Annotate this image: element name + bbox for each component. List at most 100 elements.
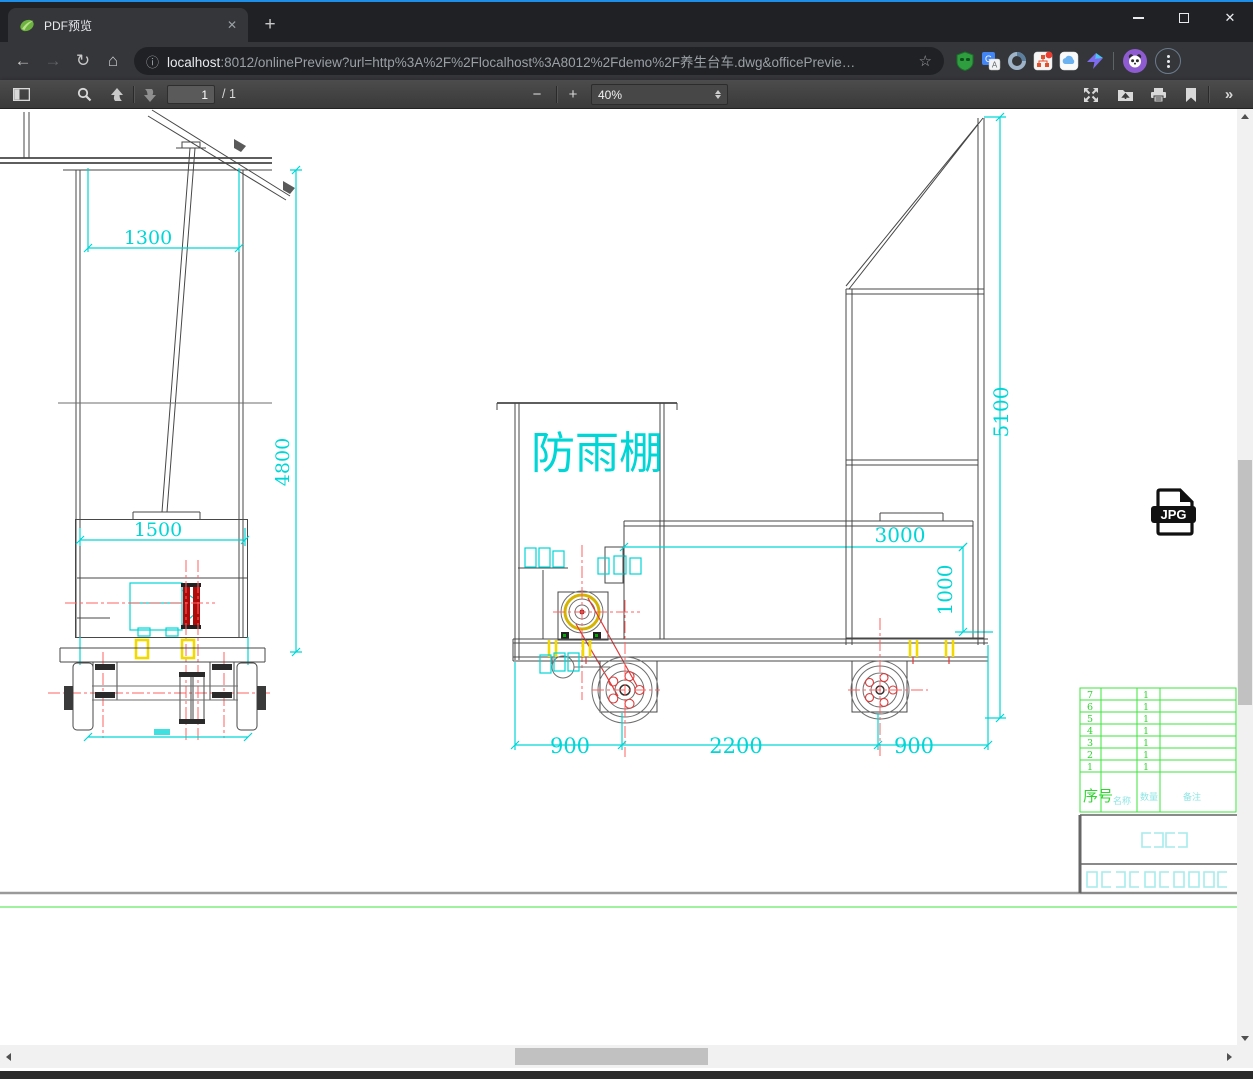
bookmark-icon [1186, 87, 1196, 102]
reload-button[interactable]: ↻ [68, 47, 98, 75]
site-info-icon[interactable]: ⓘ [146, 52, 159, 71]
browser-window: PDF预览 ✕ + ✕ ← → ↻ ⌂ ⓘ localhost:8012/onl… [0, 0, 1253, 1079]
toolbar-separator [133, 86, 134, 103]
tb-row-no: 7 [1087, 690, 1093, 701]
translate-icon: G A [982, 52, 1001, 71]
page-number-input[interactable] [167, 85, 215, 104]
dimension-label: 3000 [875, 523, 926, 547]
dimension-label: 900 [894, 734, 934, 758]
extension-tampermonkey[interactable] [952, 48, 978, 74]
spring-leaf-favicon [20, 19, 34, 32]
extension-cloud[interactable] [1056, 48, 1082, 74]
open-file-icon [1117, 90, 1133, 101]
zoom-out-button[interactable]: − [524, 83, 550, 106]
open-file-button[interactable] [1112, 83, 1138, 106]
tb-row-no: 3 [1087, 738, 1093, 749]
tb-row-qty: 1 [1143, 714, 1149, 725]
dimension-label: 1000 [933, 565, 957, 616]
search-button[interactable] [71, 83, 97, 106]
print-button[interactable] [1145, 83, 1171, 106]
new-tab-button[interactable]: + [256, 12, 284, 40]
dimension-label: 1300 [124, 227, 172, 249]
tab-title: PDF预览 [44, 18, 93, 33]
zoom-value: 40% [598, 87, 623, 102]
jpg-label: JPG [1160, 507, 1186, 522]
tb-row-no: 5 [1087, 714, 1093, 725]
select-arrows-icon [715, 90, 721, 99]
title-block: 7 1 6 1 5 1 4 1 3 1 2 1 1 1 序号 名称 数量 备注 [1078, 687, 1237, 894]
dimension-label: 2200 [709, 734, 762, 758]
more-tools-button[interactable]: » [1216, 83, 1242, 106]
url-host: localhost [167, 55, 221, 70]
tb-row-no: 1 [1087, 762, 1093, 773]
current-view-button[interactable] [1178, 83, 1204, 106]
dimension-label: 1500 [134, 519, 182, 541]
bookmark-star-icon[interactable]: ☆ [919, 52, 932, 70]
shelter-label: 防雨棚 [531, 428, 663, 479]
dimension-label: 4800 [272, 438, 294, 486]
tb-row-no: 4 [1087, 726, 1093, 737]
back-button[interactable]: ← [8, 47, 38, 75]
front-view: 1300 4800 1500 [0, 109, 302, 742]
sidebar-toggle-button[interactable] [8, 83, 34, 106]
extension-sitemap[interactable] [1030, 48, 1056, 74]
kebab-icon [1166, 54, 1170, 68]
scroll-left-arrow[interactable] [0, 1045, 16, 1068]
tb-header-note: 备注 [1183, 791, 1201, 803]
next-page-button[interactable] [137, 83, 163, 106]
minimize-button[interactable] [1115, 2, 1161, 34]
tab-close-icon[interactable]: ✕ [223, 18, 241, 32]
toolbar-separator [556, 86, 557, 103]
presentation-mode-button[interactable] [1078, 83, 1104, 106]
scroll-down-arrow[interactable] [1237, 1031, 1253, 1045]
svg-text:A: A [992, 61, 998, 70]
tb-row-qty: 1 [1143, 750, 1149, 761]
close-button[interactable]: ✕ [1207, 2, 1253, 34]
tb-header-name: 名称 [1113, 795, 1131, 807]
arrow-up-icon [111, 87, 123, 101]
address-bar[interactable]: ⓘ localhost:8012/onlinePreview?url=http%… [134, 47, 944, 75]
url-text: localhost:8012/onlinePreview?url=http%3A… [167, 51, 911, 71]
cad-drawing: 1300 4800 1500 防雨棚 3000 1000 5100 900 22… [0, 109, 1237, 908]
tb-row-qty: 1 [1143, 702, 1149, 713]
url-path: :8012/onlinePreview?url=http%3A%2F%2Floc… [220, 55, 856, 70]
extension-translate[interactable]: G A [978, 48, 1004, 74]
horizontal-scrollbar[interactable] [0, 1045, 1253, 1068]
sidebar-icon [12, 88, 30, 101]
home-button[interactable]: ⌂ [98, 47, 128, 75]
tab-pdf-preview[interactable]: PDF预览 ✕ [8, 8, 248, 42]
maximize-button[interactable] [1161, 2, 1207, 34]
tb-row-no: 2 [1087, 750, 1093, 761]
tab-bar: PDF预览 ✕ + ✕ [0, 2, 1253, 42]
cloud-icon [1059, 51, 1079, 71]
browser-menu-button[interactable] [1155, 48, 1181, 74]
dimension-label: 5100 [989, 387, 1013, 438]
org-chart-icon [1033, 51, 1053, 71]
side-view: 防雨棚 3000 1000 5100 900 2200 900 [496, 112, 1013, 758]
panda-face-icon [1128, 54, 1142, 68]
minimize-icon [1132, 17, 1144, 19]
scroll-right-arrow[interactable] [1221, 1045, 1237, 1068]
horizontal-scroll-thumb[interactable] [515, 1048, 708, 1065]
vertical-scrollbar[interactable] [1237, 109, 1253, 1045]
tb-row-qty: 1 [1143, 738, 1149, 749]
tb-header-no: 序号 [1083, 787, 1113, 805]
scroll-up-arrow[interactable] [1237, 109, 1253, 123]
shield-icon [956, 51, 974, 71]
zoom-in-button[interactable]: + [560, 83, 586, 106]
pdf-toolbar: / 1 − + 40% [0, 80, 1253, 109]
tb-row-qty: 1 [1143, 690, 1149, 701]
tb-row-qty: 1 [1143, 762, 1149, 773]
bird-icon [1087, 53, 1103, 69]
forward-button[interactable]: → [38, 47, 68, 75]
profile-avatar[interactable] [1123, 49, 1147, 73]
tb-row-no: 6 [1087, 702, 1093, 713]
zoom-select[interactable]: 40% [591, 84, 728, 105]
extension-bird[interactable] [1082, 48, 1108, 74]
pdf-page: 1300 4800 1500 防雨棚 3000 1000 5100 900 22… [0, 109, 1253, 1045]
previous-page-button[interactable] [104, 83, 130, 106]
toolbar-separator [1113, 52, 1114, 70]
extension-ring[interactable] [1004, 48, 1030, 74]
search-icon [77, 87, 91, 102]
vertical-scroll-thumb[interactable] [1238, 460, 1252, 705]
